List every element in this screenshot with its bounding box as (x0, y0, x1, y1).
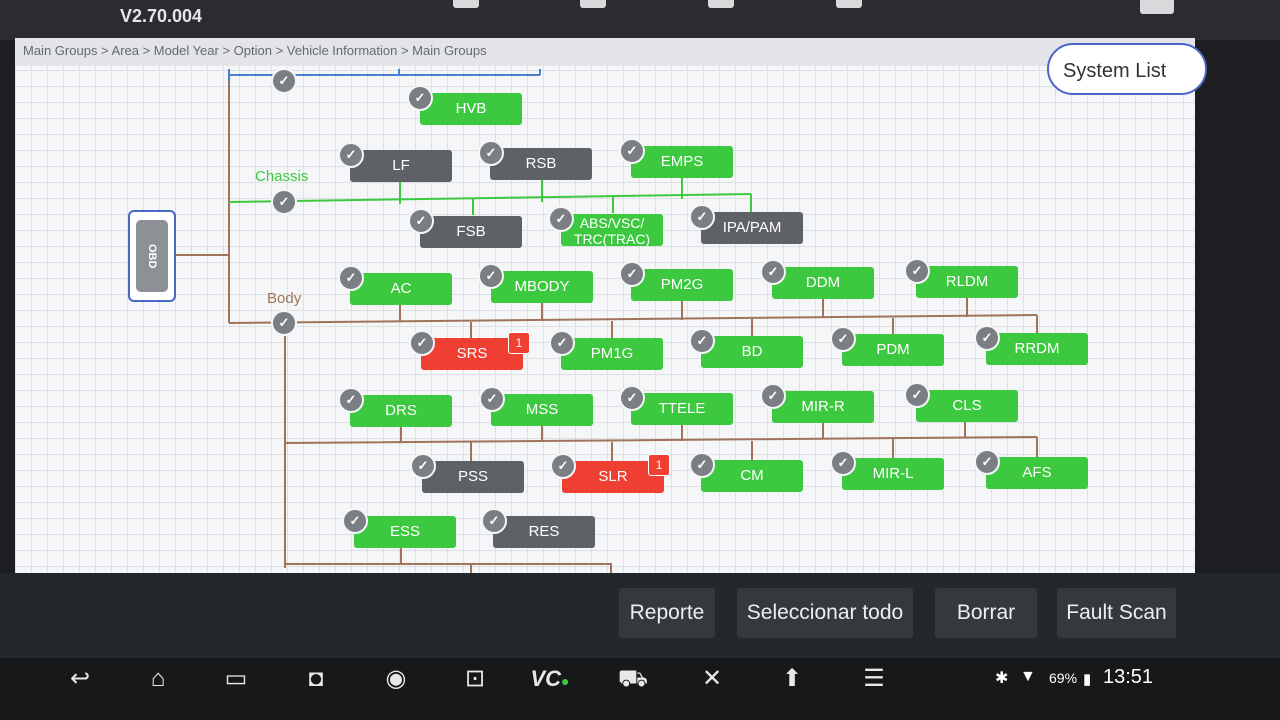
check-icon[interactable]: ✓ (904, 258, 930, 284)
check-icon[interactable]: ✓ (271, 189, 297, 215)
module-rrdm[interactable]: RRDM (986, 333, 1088, 365)
group-label-body: Body (267, 290, 302, 307)
module-bd[interactable]: BD (701, 336, 803, 368)
module-mir-l[interactable]: MIR-L (842, 458, 944, 490)
module-res[interactable]: RES (493, 516, 595, 548)
battery-icon: ▮ (1083, 671, 1092, 688)
module-rsb[interactable]: RSB (490, 148, 592, 180)
check-icon[interactable]: ✓ (271, 68, 297, 94)
clock: 13:51 (1103, 666, 1154, 688)
check-icon[interactable]: ✓ (760, 259, 786, 285)
check-icon[interactable]: ✓ (479, 386, 505, 412)
check-icon[interactable]: ✓ (830, 326, 856, 352)
check-icon[interactable]: ✓ (338, 387, 364, 413)
module-rldm[interactable]: RLDM (916, 266, 1018, 298)
folder-icon[interactable] (708, 0, 734, 8)
fault-scan-button[interactable]: Fault Scan (1057, 588, 1176, 638)
check-icon[interactable]: ✓ (619, 261, 645, 287)
module-cls[interactable]: CLS (916, 390, 1018, 422)
check-icon[interactable]: ✓ (974, 449, 1000, 475)
crop-icon[interactable]: ⊡ (455, 664, 495, 694)
bluetooth-icon: ✱ (995, 670, 1009, 687)
camera-icon[interactable]: ◘ (296, 664, 336, 694)
select-all-button[interactable]: Seleccionar todo (737, 588, 913, 638)
back-icon[interactable]: ↩ (60, 664, 100, 694)
check-icon[interactable]: ✓ (271, 310, 297, 336)
fault-count-badge: 1 (508, 332, 530, 354)
check-icon[interactable]: ✓ (689, 328, 715, 354)
module-ipa-pam[interactable]: IPA/PAM (701, 212, 803, 244)
module-pdm[interactable]: PDM (842, 334, 944, 366)
check-icon[interactable]: ✓ (481, 508, 507, 534)
check-icon[interactable]: ✓ (689, 204, 715, 230)
upload-icon[interactable]: ⬆ (772, 664, 812, 694)
exit-icon[interactable] (1140, 0, 1174, 14)
module-ttele[interactable]: TTELE (631, 393, 733, 425)
check-icon[interactable]: ✓ (619, 385, 645, 411)
check-icon[interactable]: ✓ (904, 382, 930, 408)
check-icon[interactable]: ✓ (407, 85, 433, 111)
data-icon[interactable] (836, 0, 862, 8)
check-icon[interactable]: ✓ (410, 453, 436, 479)
home-icon[interactable]: ⌂ (138, 664, 178, 694)
module-hvb[interactable]: HVB (420, 93, 522, 125)
check-icon[interactable]: ✓ (408, 208, 434, 234)
module-ess[interactable]: ESS (354, 516, 456, 548)
module-ac[interactable]: AC (350, 273, 452, 305)
vci-icon[interactable]: VC● (530, 664, 570, 694)
obd-connector[interactable]: OBD (128, 210, 176, 302)
check-icon[interactable]: ✓ (409, 330, 435, 356)
module-abs-vsc-trc[interactable]: ABS/VSC/ TRC(TRAC) (561, 214, 663, 246)
check-icon[interactable]: ✓ (689, 452, 715, 478)
module-lf[interactable]: LF (350, 150, 452, 182)
module-drs[interactable]: DRS (350, 395, 452, 427)
check-icon[interactable]: ✓ (338, 142, 364, 168)
module-pm1g[interactable]: PM1G (561, 338, 663, 370)
check-icon[interactable]: ✓ (342, 508, 368, 534)
module-mir-r[interactable]: MIR-R (772, 391, 874, 423)
check-icon[interactable]: ✓ (619, 138, 645, 164)
check-icon[interactable]: ✓ (478, 263, 504, 289)
clear-button[interactable]: Borrar (935, 588, 1037, 638)
obd-icon: OBD (136, 220, 168, 292)
module-cm[interactable]: CM (701, 460, 803, 492)
module-ddm[interactable]: DDM (772, 267, 874, 299)
check-icon[interactable]: ✓ (548, 206, 574, 232)
check-icon[interactable]: ✓ (550, 453, 576, 479)
wifi-icon: ▼ (1020, 668, 1036, 685)
app-version: V2.70.004 (120, 6, 203, 26)
module-mbody[interactable]: MBODY (491, 271, 593, 303)
check-icon[interactable]: ✓ (760, 383, 786, 409)
check-icon[interactable]: ✓ (830, 450, 856, 476)
settings-icon[interactable] (453, 0, 479, 8)
recent-apps-icon[interactable]: ▭ (216, 664, 256, 694)
module-emps[interactable]: EMPS (631, 146, 733, 178)
window-top-bar: V2.70.004 (0, 0, 1280, 40)
check-icon[interactable]: ✓ (478, 140, 504, 166)
menu-icon[interactable]: ☰ (854, 664, 894, 694)
fault-count-badge: 1 (648, 454, 670, 476)
check-icon[interactable]: ✓ (549, 330, 575, 356)
tools-icon[interactable]: ✕ (692, 664, 732, 694)
system-list-button[interactable]: System List (1047, 43, 1207, 95)
report-button[interactable]: Reporte (619, 588, 715, 638)
module-pm2g[interactable]: PM2G (631, 269, 733, 301)
print-icon[interactable] (580, 0, 606, 8)
group-label-chassis: Chassis (255, 168, 309, 185)
module-fsb[interactable]: FSB (420, 216, 522, 248)
browser-icon[interactable]: ◉ (376, 664, 416, 694)
module-pss[interactable]: PSS (422, 461, 524, 493)
topology-screen: Main Groups > Area > Model Year > Option… (15, 38, 1195, 573)
module-mss[interactable]: MSS (491, 394, 593, 426)
check-icon[interactable]: ✓ (974, 325, 1000, 351)
module-afs[interactable]: AFS (986, 457, 1088, 489)
battery-level: 69% (1049, 670, 1078, 686)
vehicle-icon[interactable]: ⛟ (613, 664, 653, 694)
check-icon[interactable]: ✓ (338, 265, 364, 291)
